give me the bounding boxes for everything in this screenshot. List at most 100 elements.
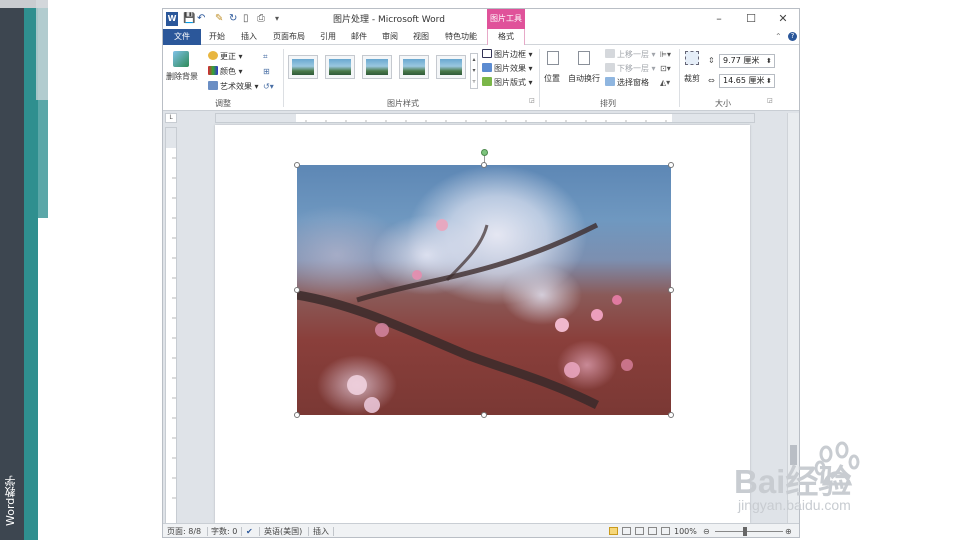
print-layout-view-icon[interactable] — [609, 527, 618, 535]
minimize-button[interactable]: – — [709, 11, 729, 27]
draft-view-icon[interactable] — [661, 527, 670, 535]
web-layout-icon[interactable] — [635, 527, 644, 535]
maximize-button[interactable]: ☐ — [741, 11, 761, 27]
picture-effects-button[interactable]: 图片效果 ▾ — [482, 63, 533, 75]
minimize-ribbon-icon[interactable]: ⌃ — [775, 29, 782, 45]
vertical-ruler[interactable] — [165, 127, 177, 525]
resize-handle-bottom[interactable] — [481, 412, 487, 418]
tab-special-features[interactable]: 特色功能 — [445, 29, 477, 45]
slide-left-strip — [0, 0, 24, 540]
height-spinner-icon[interactable]: ⬍ — [766, 55, 772, 67]
title-bar: W 💾 ↶ ✎ ↻ ▯ ⎙ ▾ 图片处理 - Microsoft Word 图片… — [163, 9, 799, 29]
status-separator — [333, 527, 334, 536]
resize-handle-right[interactable] — [668, 287, 674, 293]
language-indicator[interactable]: 英语(美国) — [264, 524, 302, 537]
crop-button[interactable]: 裁剪 — [684, 73, 700, 85]
zoom-out-icon[interactable]: ⊖ — [703, 524, 710, 537]
help-icon[interactable]: ? — [788, 32, 797, 41]
compress-pictures-icon[interactable]: ⌗ — [263, 51, 268, 63]
rotate-icon[interactable]: ◭▾ — [660, 77, 670, 89]
redo-icon[interactable]: ↻ — [229, 12, 237, 26]
page-count[interactable]: 页面: 8/8 — [167, 524, 201, 537]
color-button[interactable]: 颜色 ▾ — [208, 66, 243, 78]
new-document-icon[interactable]: ▯ — [243, 12, 249, 26]
horizontal-ruler[interactable] — [215, 113, 755, 123]
reset-picture-icon[interactable]: ↺▾ — [263, 81, 274, 93]
ribbon: 删除背景 更正 ▾ 颜色 ▾ 艺术效果 ▾ ⌗ ⊞ ↺▾ 调整 ▴ ▾ ▿ 图片边框… — [163, 45, 799, 111]
remove-background-icon[interactable] — [173, 51, 189, 67]
resize-handle-bottom-right[interactable] — [668, 412, 674, 418]
save-icon[interactable]: 💾 — [183, 12, 195, 26]
remove-background-button[interactable]: 删除背景 — [166, 71, 198, 83]
zoom-level[interactable]: 100% — [674, 524, 697, 537]
width-spinner-icon[interactable]: ⬍ — [766, 75, 772, 87]
tab-home[interactable]: 开始 — [209, 29, 225, 45]
tab-page-layout[interactable]: 页面布局 — [273, 29, 305, 45]
close-button[interactable]: ✕ — [773, 11, 793, 27]
size-group-label: 大小 — [715, 99, 731, 108]
status-separator — [259, 527, 260, 536]
tab-references[interactable]: 引用 — [320, 29, 336, 45]
proofing-icon[interactable]: ✔ — [246, 524, 253, 537]
group-separator — [539, 49, 540, 107]
insert-mode-indicator[interactable]: 插入 — [313, 524, 329, 537]
resize-handle-bottom-left[interactable] — [294, 412, 300, 418]
resize-handle-left[interactable] — [294, 287, 300, 293]
outline-view-icon[interactable] — [648, 527, 657, 535]
resize-handle-top[interactable] — [481, 162, 487, 168]
bring-forward-label: 上移一层 — [617, 50, 649, 59]
tab-format[interactable]: 格式 — [487, 29, 525, 46]
picture-border-button[interactable]: 图片边框 ▾ — [482, 49, 533, 61]
corrections-button[interactable]: 更正 ▾ — [208, 51, 243, 63]
tab-mailings[interactable]: 邮件 — [351, 29, 367, 45]
picture-style-1[interactable] — [288, 55, 318, 79]
picture-border-icon — [482, 49, 492, 58]
format-painter-icon[interactable]: ✎ — [215, 12, 223, 26]
artistic-effects-button[interactable]: 艺术效果 ▾ — [208, 81, 259, 93]
picture-style-3[interactable] — [362, 55, 392, 79]
zoom-slider-thumb[interactable] — [743, 527, 747, 536]
picture-layout-button[interactable]: 图片版式 ▾ — [482, 77, 533, 89]
picture-styles-dialog-launcher-icon[interactable]: ◲ — [529, 95, 535, 107]
shape-width-icon: ⇔ — [708, 76, 715, 85]
print-icon[interactable]: ⎙ — [257, 12, 265, 26]
window-title: 图片处理 - Microsoft Word — [333, 15, 445, 25]
undo-icon[interactable]: ↶ — [197, 12, 205, 26]
change-picture-icon[interactable]: ⊞ — [263, 66, 270, 78]
wrap-text-icon[interactable] — [578, 51, 590, 65]
group-objects-icon[interactable]: ⊡▾ — [660, 63, 671, 75]
zoom-in-icon[interactable]: ⊕ — [785, 524, 792, 537]
selected-picture[interactable] — [297, 165, 671, 415]
bring-forward-button[interactable]: 上移一层 ▾ — [605, 49, 656, 61]
tab-view[interactable]: 视图 — [413, 29, 429, 45]
customize-qat-icon[interactable]: ▾ — [275, 12, 279, 26]
status-bar: 页面: 8/8 字数: 0 ✔ 英语(美国) 插入 100% ⊖ ⊕ — [163, 523, 799, 537]
tab-review[interactable]: 审阅 — [382, 29, 398, 45]
picture-style-2[interactable] — [325, 55, 355, 79]
word-count[interactable]: 字数: 0 — [211, 524, 237, 537]
wrap-text-button[interactable]: 自动换行 — [568, 73, 600, 85]
zoom-slider[interactable] — [715, 531, 783, 532]
position-icon[interactable] — [547, 51, 559, 65]
selection-pane-button[interactable]: 选择窗格 — [605, 77, 649, 89]
align-icon[interactable]: ⊫▾ — [660, 49, 671, 61]
resize-handle-top-left[interactable] — [294, 162, 300, 168]
full-screen-reading-icon[interactable] — [622, 527, 631, 535]
bring-forward-icon — [605, 49, 615, 58]
tab-insert[interactable]: 插入 — [241, 29, 257, 45]
rotation-handle[interactable] — [481, 149, 488, 156]
size-dialog-launcher-icon[interactable]: ◲ — [767, 95, 773, 107]
picture-style-5[interactable] — [436, 55, 466, 79]
picture-layout-icon — [482, 77, 492, 86]
styles-gallery-scroll[interactable]: ▴ ▾ ▿ — [470, 53, 478, 89]
word-app-icon[interactable]: W — [166, 12, 178, 26]
tab-selector[interactable]: L — [165, 113, 177, 123]
picture-style-4[interactable] — [399, 55, 429, 79]
color-icon — [208, 66, 218, 75]
position-button[interactable]: 位置 — [544, 73, 560, 85]
resize-handle-top-right[interactable] — [668, 162, 674, 168]
crop-icon[interactable] — [685, 51, 699, 65]
artistic-effects-label: 艺术效果 — [220, 82, 252, 91]
tab-file[interactable]: 文件 — [163, 29, 201, 45]
send-backward-button[interactable]: 下移一层 ▾ — [605, 63, 656, 75]
